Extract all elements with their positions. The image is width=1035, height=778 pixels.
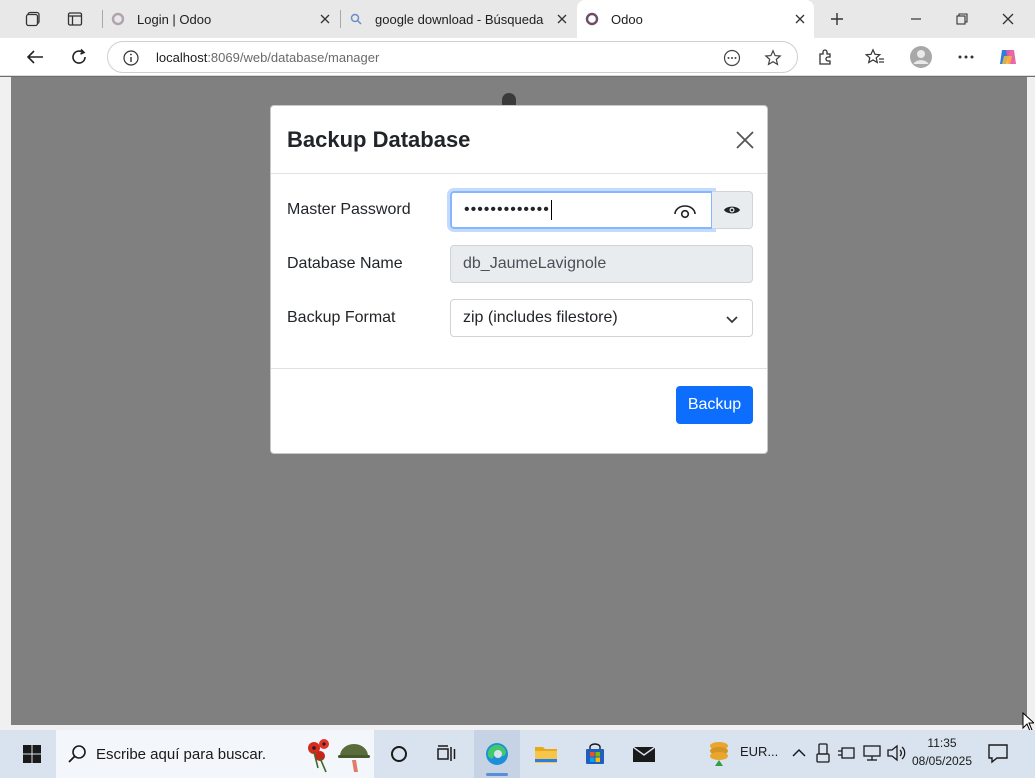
dialog-title: Backup Database — [287, 127, 471, 152]
dialog-footer: Backup — [271, 368, 767, 455]
workspaces-icon[interactable] — [18, 5, 48, 33]
text-caret — [550, 200, 552, 220]
master-password-label: Master Password — [287, 201, 411, 218]
restore-icon[interactable] — [939, 0, 985, 38]
tab-google-search[interactable]: google download - Búsqueda — [341, 0, 576, 38]
favorites-icon[interactable] — [860, 42, 890, 72]
eye-icon — [724, 206, 740, 214]
clock-date: 08/05/2025 — [911, 754, 973, 768]
task-view-icon[interactable] — [424, 730, 470, 778]
background-element — [502, 93, 516, 105]
clock-time: 11:35 — [927, 736, 957, 750]
extensions-icon[interactable] — [811, 42, 841, 72]
browser-toolbar: localhost:8069/web/database/manager — [0, 38, 1035, 76]
battery-plug-icon[interactable] — [837, 744, 855, 762]
tab-login-odoo[interactable]: Login | Odoo — [103, 0, 339, 38]
tab-title: Odoo — [611, 11, 643, 27]
window-frame — [0, 77, 11, 725]
notifications-icon[interactable] — [987, 742, 1009, 764]
backup-format-value: zip (includes filestore) — [463, 309, 618, 326]
poppy-helmet-icon — [308, 739, 370, 773]
close-dialog-icon[interactable] — [733, 128, 757, 152]
tab-title: Login | Odoo — [137, 11, 212, 27]
url-text[interactable]: localhost:8069/web/database/manager — [156, 50, 379, 65]
search-placeholder: Escribe aquí para buscar. — [96, 745, 267, 763]
new-tab-icon[interactable] — [822, 5, 852, 33]
reload-icon[interactable] — [64, 42, 94, 72]
read-aloud-icon[interactable] — [722, 48, 742, 68]
reveal-password-icon[interactable] — [672, 200, 698, 224]
mouse-cursor-icon — [1022, 712, 1034, 732]
edge-browser-icon[interactable] — [474, 730, 520, 778]
currency-coins-icon — [710, 742, 728, 766]
database-name-field: db_JaumeLavignole — [450, 245, 753, 283]
search-icon — [68, 745, 86, 763]
minimize-icon[interactable] — [893, 0, 939, 38]
show-hidden-icons-chevron[interactable] — [791, 746, 807, 758]
tab-odoo-active[interactable]: Odoo — [577, 0, 814, 38]
usb-device-icon[interactable] — [816, 742, 830, 764]
close-tab-icon[interactable] — [790, 9, 810, 29]
taskbar-search-box[interactable]: Escribe aquí para buscar. — [56, 730, 374, 778]
odoo-favicon-icon — [585, 12, 599, 26]
more-options-icon[interactable] — [951, 42, 981, 72]
cortana-icon[interactable] — [376, 730, 422, 778]
back-arrow-icon[interactable] — [20, 42, 50, 72]
page-scrollbar[interactable] — [1027, 77, 1035, 725]
backup-button[interactable]: Backup — [676, 386, 753, 424]
currency-tray-label[interactable]: EUR... — [740, 744, 778, 759]
close-tab-icon[interactable] — [552, 9, 572, 29]
taskbar-clock[interactable]: 11:35 08/05/2025 — [906, 734, 978, 770]
file-explorer-icon[interactable] — [523, 730, 569, 778]
dialog-header: Backup Database — [271, 106, 767, 174]
mail-icon[interactable] — [621, 730, 667, 778]
backup-format-select[interactable]: zip (includes filestore) — [450, 299, 753, 337]
windows-taskbar: Escribe aquí para buscar. EUR... 11:35 0… — [0, 730, 1035, 778]
backup-database-dialog: Backup Database Master Password ••••••••… — [270, 105, 768, 454]
close-tab-icon[interactable] — [315, 9, 335, 29]
database-name-label: Database Name — [287, 255, 403, 272]
network-icon[interactable] — [862, 743, 882, 763]
odoo-favicon-icon — [111, 12, 125, 26]
close-window-icon[interactable] — [985, 0, 1031, 38]
profile-avatar-icon[interactable] — [906, 42, 936, 72]
backup-format-label: Backup Format — [287, 309, 396, 326]
vertical-tabs-icon[interactable] — [60, 5, 90, 33]
address-bar[interactable]: localhost:8069/web/database/manager — [107, 41, 798, 73]
site-info-icon[interactable] — [122, 49, 140, 67]
page-backdrop[interactable]: Backup Database Master Password ••••••••… — [11, 77, 1027, 725]
browser-tab-strip: Login | Odoo google download - Búsqueda … — [0, 0, 1035, 38]
toggle-password-visibility-button[interactable] — [712, 191, 753, 229]
windows-start-icon[interactable] — [10, 730, 54, 778]
microsoft-store-icon[interactable] — [572, 730, 618, 778]
search-favicon-icon — [349, 12, 363, 26]
password-mask: ••••••••••••• — [464, 201, 550, 218]
tab-title: google download - Búsqueda — [375, 11, 544, 27]
favorite-star-icon[interactable] — [763, 48, 783, 68]
volume-icon[interactable] — [886, 743, 906, 763]
copilot-icon[interactable] — [993, 42, 1023, 72]
chevron-down-icon — [726, 316, 738, 324]
